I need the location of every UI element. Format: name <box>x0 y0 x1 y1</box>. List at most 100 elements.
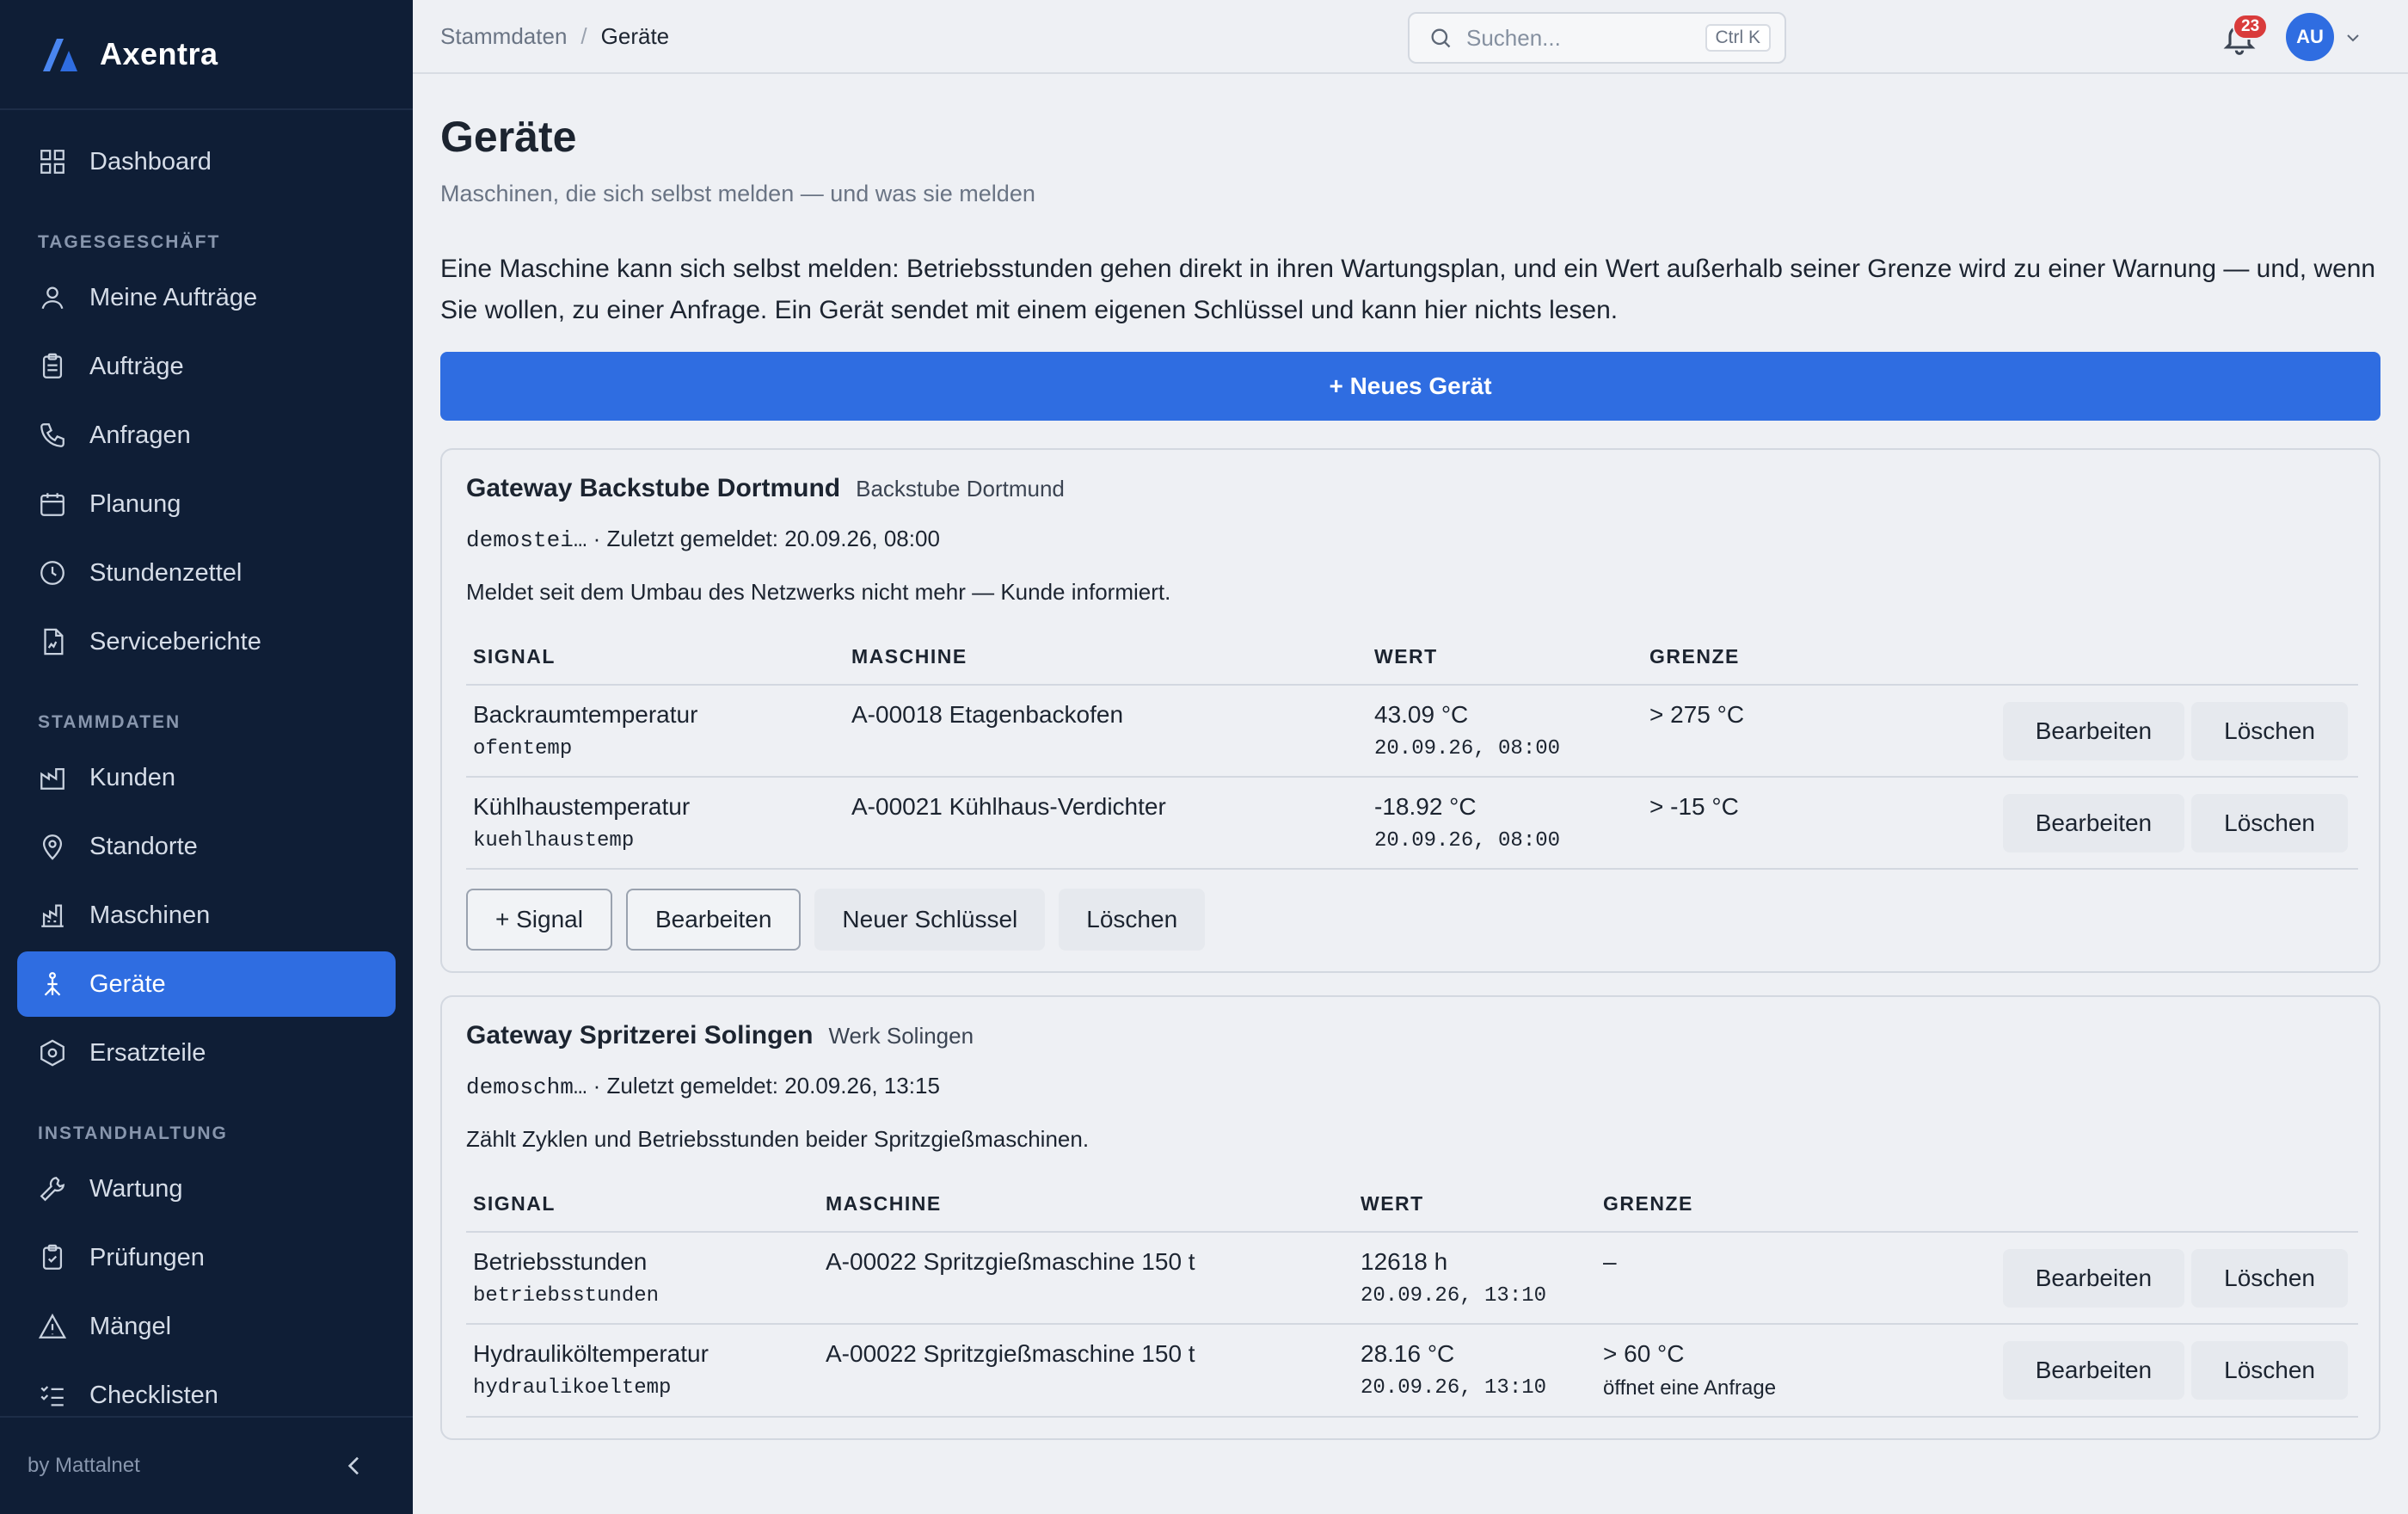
new-device-button[interactable]: + Neues Gerät <box>440 352 2380 421</box>
chevron-down-icon[interactable] <box>2343 28 2363 48</box>
sidebar-item-kunden[interactable]: Kunden <box>17 745 396 810</box>
device-card: Gateway Backstube Dortmund Backstube Dor… <box>440 448 2380 973</box>
sidebar-item-label: Stundenzettel <box>89 558 243 587</box>
calendar-icon <box>38 489 67 519</box>
sidebar-item-label: Planung <box>89 489 181 518</box>
column-header-limit: GRENZE <box>1596 1179 1868 1233</box>
search-placeholder: Suchen... <box>1466 24 1561 51</box>
breadcrumb-separator: / <box>580 22 587 49</box>
new-key-button[interactable]: Neuer Schlüssel <box>814 889 1046 951</box>
sidebar-item-geraete[interactable]: Geräte <box>17 951 396 1017</box>
main-content: Geräte Maschinen, die sich selbst melden… <box>440 76 2380 1514</box>
limit-cell: > -15 °C <box>1643 777 1806 870</box>
sidebar-nav: Dashboard TAGESGESCHÄFT Meine Aufträge A… <box>0 110 413 1407</box>
sidebar-item-ersatzteile[interactable]: Ersatzteile <box>17 1020 396 1086</box>
value-cell: 28.16 °C 20.09.26, 13:10 <box>1354 1324 1596 1418</box>
delete-signal-button[interactable]: Löschen <box>2191 1341 2348 1400</box>
sidebar-item-checklisten[interactable]: Checklisten <box>17 1363 396 1407</box>
device-location: Backstube Dortmund <box>856 476 1065 502</box>
sidebar-item-maengel[interactable]: Mängel <box>17 1294 396 1359</box>
sidebar-item-label: Meine Aufträge <box>89 283 258 311</box>
edit-signal-button[interactable]: Bearbeiten <box>2002 1341 2185 1400</box>
limit-note: öffnet eine Anfrage <box>1603 1376 1777 1400</box>
machine-cell: A-00018 Etagenbackofen <box>845 685 1367 778</box>
device-meta: demostei… · Zuletzt gemeldet: 20.09.26, … <box>466 526 2355 553</box>
page-title: Geräte <box>440 113 577 161</box>
value-cell: -18.92 °C 20.09.26, 08:00 <box>1367 777 1643 870</box>
sidebar-item-pruefungen[interactable]: Prüfungen <box>17 1225 396 1290</box>
signal-name: Kühlhaustemperatur <box>473 793 691 820</box>
sidebar-item-wartung[interactable]: Wartung <box>17 1156 396 1222</box>
sidebar-item-stundenzettel[interactable]: Stundenzettel <box>17 540 396 606</box>
sidebar-item-anfragen[interactable]: Anfragen <box>17 403 396 468</box>
signal-value: 28.16 °C <box>1361 1340 1455 1367</box>
table-row: Backraumtemperatur ofentemp A-00018 Etag… <box>466 685 2358 778</box>
sidebar-item-auftraege[interactable]: Aufträge <box>17 334 396 399</box>
grid-icon <box>38 147 67 176</box>
column-header-machine: MASCHINE <box>819 1179 1354 1233</box>
signal-name: Betriebsstunden <box>473 1248 648 1275</box>
signal-table: SIGNAL MASCHINE WERT GRENZE Betriebsstun… <box>466 1179 2358 1418</box>
machine-cell: A-00022 Spritzgießmaschine 150 t <box>819 1232 1354 1325</box>
device-last-seen: · Zuletzt gemeldet: 20.09.26, 13:15 <box>587 1073 940 1099</box>
search-shortcut: Ctrl K <box>1705 24 1771 52</box>
column-header-signal: SIGNAL <box>466 1179 819 1233</box>
sidebar-section-stammdaten: STAMMDATEN <box>38 712 181 732</box>
table-row: Hydrauliköltemperatur hydraulikoeltemp A… <box>466 1324 2358 1418</box>
device-name: Gateway Spritzerei Solingen <box>466 1021 814 1049</box>
signal-value: 43.09 °C <box>1374 701 1469 728</box>
breadcrumb-stammdaten[interactable]: Stammdaten <box>440 23 567 50</box>
signal-time: 20.09.26, 08:00 <box>1374 737 1561 760</box>
sidebar-item-label: Kunden <box>89 763 175 791</box>
sidebar-item-maschinen[interactable]: Maschinen <box>17 883 396 948</box>
avatar[interactable]: AU <box>2286 13 2334 61</box>
sidebar-item-label: Serviceberichte <box>89 627 261 655</box>
sidebar-item-standorte[interactable]: Standorte <box>17 814 396 879</box>
sidebar-item-label: Geräte <box>89 969 166 998</box>
breadcrumb-current: Geräte <box>600 22 670 49</box>
sidebar-item-label: Prüfungen <box>89 1243 205 1271</box>
edit-signal-button[interactable]: Bearbeiten <box>2002 793 2185 852</box>
sidebar-item-label: Standorte <box>89 832 198 860</box>
edit-signal-button[interactable]: Bearbeiten <box>2002 1248 2185 1308</box>
logo-icon <box>43 39 77 71</box>
delete-device-button[interactable]: Löschen <box>1059 889 1206 951</box>
sidebar-item-planung[interactable]: Planung <box>17 471 396 537</box>
device-card: Gateway Spritzerei Solingen Werk Solinge… <box>440 995 2380 1440</box>
column-header-machine: MASCHINE <box>845 631 1367 686</box>
footer-credit: by Mattalnet <box>28 1454 140 1477</box>
sidebar-item-label: Checklisten <box>89 1381 218 1408</box>
delete-signal-button[interactable]: Löschen <box>2191 793 2348 852</box>
report-icon <box>38 627 67 656</box>
sidebar-item-serviceberichte[interactable]: Serviceberichte <box>17 609 396 674</box>
signal-time: 20.09.26, 08:00 <box>1374 829 1561 852</box>
clock-icon <box>38 558 67 588</box>
machine-cell: A-00021 Kühlhaus-Verdichter <box>845 777 1367 870</box>
delete-signal-button[interactable]: Löschen <box>2191 701 2348 760</box>
machine-cell: A-00022 Spritzgießmaschine 150 t <box>819 1324 1354 1418</box>
device-actions: + Signal Bearbeiten Neuer Schlüssel Lösc… <box>466 889 2355 951</box>
signal-key: ofentemp <box>473 737 573 760</box>
sidebar-section-instandhaltung: INSTANDHALTUNG <box>38 1123 228 1143</box>
sidebar-footer: by Mattalnet <box>0 1416 413 1514</box>
edit-signal-button[interactable]: Bearbeiten <box>2002 701 2185 760</box>
collapse-sidebar-button[interactable] <box>337 1449 372 1483</box>
add-signal-button[interactable]: + Signal <box>466 889 612 951</box>
signal-cell: Betriebsstunden betriebsstunden <box>466 1232 819 1325</box>
clipboard-check-icon <box>38 1243 67 1272</box>
signal-value: 12618 h <box>1361 1248 1448 1275</box>
hex-nut-icon <box>38 1038 67 1068</box>
sidebar-item-label: Dashboard <box>89 147 212 175</box>
delete-signal-button[interactable]: Löschen <box>2191 1248 2348 1308</box>
brand[interactable]: Axentra <box>0 0 413 110</box>
actions-cell: Bearbeiten Löschen <box>1868 1324 2358 1418</box>
sidebar-item-dashboard[interactable]: Dashboard <box>17 129 396 194</box>
signal-table: SIGNAL MASCHINE WERT GRENZE Backraumtemp… <box>466 631 2358 870</box>
column-header-actions <box>1868 1179 2358 1233</box>
search-input[interactable]: Suchen... Ctrl K <box>1408 12 1786 64</box>
sidebar-item-label: Maschinen <box>89 901 211 929</box>
signal-cell: Backraumtemperatur ofentemp <box>466 685 845 778</box>
edit-device-button[interactable]: Bearbeiten <box>625 889 802 951</box>
column-header-value: WERT <box>1367 631 1643 686</box>
sidebar-item-meine-auftraege[interactable]: Meine Aufträge <box>17 265 396 330</box>
